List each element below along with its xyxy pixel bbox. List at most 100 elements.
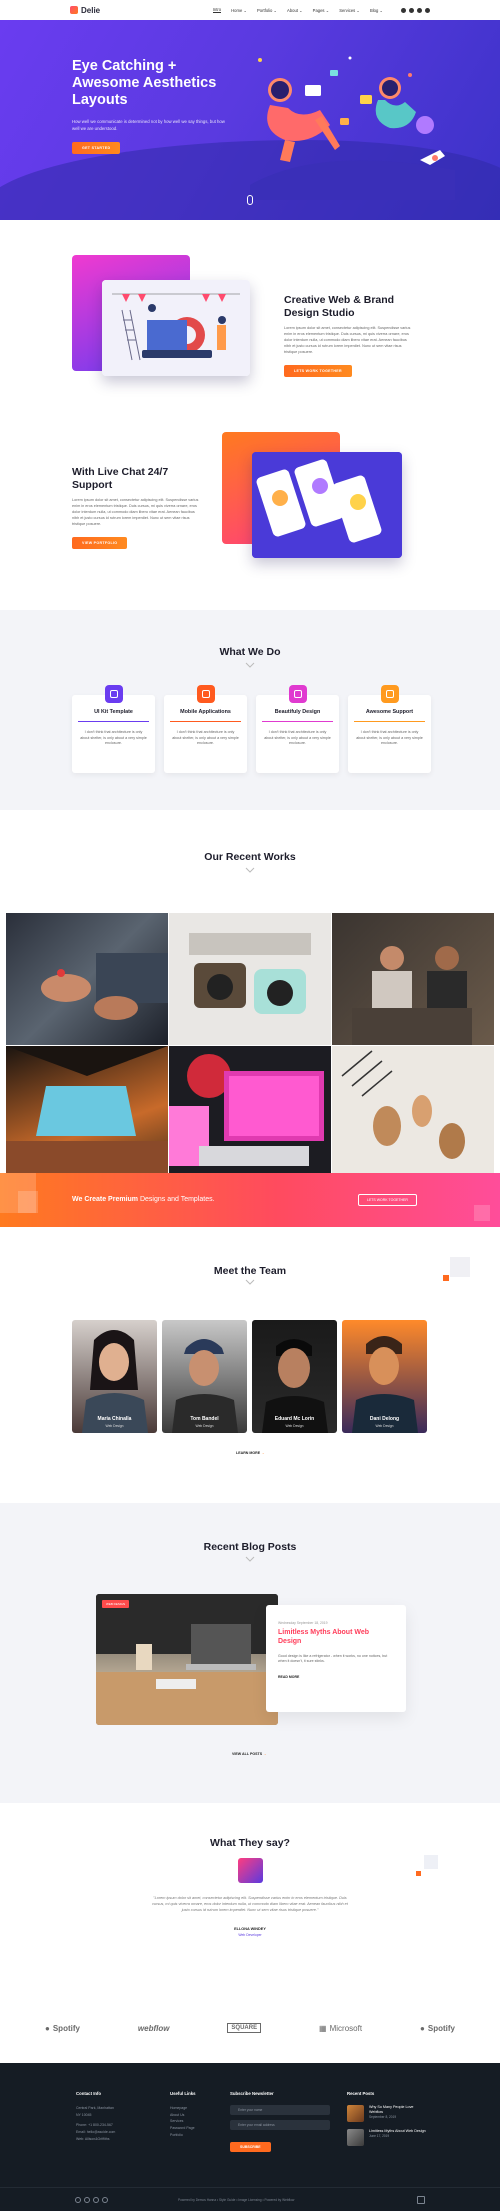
testimonials-section: What They say? "Lorem ipsum dolor sit am… xyxy=(0,1803,500,1993)
portfolio-item-tent[interactable] xyxy=(6,1046,168,1181)
team-title: Meet the Team xyxy=(213,1265,287,1277)
newsletter-email-input[interactable]: Enter your email address xyxy=(230,2120,330,2130)
read-more-link[interactable]: READ MORE xyxy=(278,1675,299,1679)
blog-post-title[interactable]: Limitless Myths About Web Design xyxy=(278,1629,394,1647)
nav-pages[interactable]: Pages ⌄ xyxy=(313,8,330,13)
hero-illustration xyxy=(250,56,455,200)
newsletter-name-input[interactable]: Enter your name xyxy=(230,2105,330,2115)
service-card-design[interactable]: Beautifuly Design I don't think that arc… xyxy=(256,685,339,773)
portfolio-item-cameras[interactable] xyxy=(169,913,331,1045)
instagram-icon[interactable] xyxy=(409,7,414,13)
team-member-card[interactable]: Dani Delong Web Design xyxy=(342,1320,427,1433)
footer-recent-posts: Recent Posts Why So Many People Love Web… xyxy=(347,2091,427,2153)
nav-portfolio[interactable]: Portfolio ⌄ xyxy=(257,8,277,13)
footer-post[interactable]: Why So Many People Love Webflow Septembe… xyxy=(347,2105,427,2122)
portfolio-item-monitor[interactable] xyxy=(169,1046,331,1181)
banner-decoration xyxy=(474,1205,490,1221)
portfolio-item-laptop-hands[interactable] xyxy=(6,913,168,1045)
testimonial-author: ELLONA WINDEY xyxy=(234,1927,266,1931)
testimonial-avatar xyxy=(238,1858,263,1883)
member-name: Tom Bandel xyxy=(190,1416,219,1422)
view-all-label: VIEW ALL POSTS xyxy=(232,1752,263,1756)
twitter-icon[interactable] xyxy=(425,7,430,13)
footer-link[interactable]: Password Page xyxy=(170,2125,220,2132)
instagram-icon[interactable] xyxy=(84,2196,90,2203)
nav-intro[interactable]: Intro xyxy=(212,7,222,13)
section-divider-icon xyxy=(245,1556,255,1562)
blog-post-card: Wednesday September 18, 2019 Limitless M… xyxy=(266,1605,406,1712)
team-member-card[interactable]: Maria Chinalla Web Design xyxy=(72,1320,157,1433)
ui-kit-icon xyxy=(104,685,123,703)
banner-lets-work-button[interactable]: LETS WORK TOGETHER xyxy=(358,1194,417,1206)
footer-post-date: June 17, 2019 xyxy=(369,2134,390,2139)
square-logo: SQUARE xyxy=(227,2023,262,2033)
site-footer: Contact Info Central Park, Manhattan NY … xyxy=(0,2063,500,2211)
brand-logo[interactable]: Delie xyxy=(70,6,100,15)
service-card-desc: I don't think that architecture is only … xyxy=(264,730,331,746)
what-we-do-title: What We Do xyxy=(219,646,281,658)
laptop-hands-photo xyxy=(41,953,168,1020)
mobile-app-icon xyxy=(196,685,215,703)
subscribe-button[interactable]: SUBSCRIBE xyxy=(230,2142,271,2152)
footer-contact: Contact Info Central Park, Manhattan NY … xyxy=(76,2091,166,2142)
blog-category-badge[interactable]: WEB DESIGN xyxy=(102,1600,130,1608)
portfolio-item-team-meeting[interactable] xyxy=(332,913,494,1045)
hero-subtitle: How well we communicate is determined no… xyxy=(72,119,225,131)
testimonial-role: Web Developer xyxy=(238,1933,262,1937)
footer-post-thumbnail xyxy=(347,2129,364,2146)
footer-newsletter-title: Subscribe Newsletter xyxy=(230,2091,274,2096)
service-card-desc: I don't think that architecture is only … xyxy=(80,730,147,746)
footer-contact-line: Phone: +1 800-234-567 xyxy=(76,2123,113,2128)
footer-link[interactable]: About Us xyxy=(170,2112,220,2119)
cameras-photo xyxy=(189,933,311,1014)
service-card-mobile-apps[interactable]: Mobile Applications I don't think that a… xyxy=(164,685,247,773)
team-section: Meet the Team Maria Chinalla Web Design … xyxy=(0,1227,500,1503)
feature-support-desc: Lorem ipsum dolor sit amet, consectetur … xyxy=(72,498,199,526)
nav-blog[interactable]: Blog ⌄ xyxy=(370,8,383,13)
footer-link[interactable]: Portfolio xyxy=(170,2132,220,2139)
footer-post[interactable]: Limitless Myths About Web Design June 17… xyxy=(347,2129,427,2146)
view-portfolio-button[interactable]: VIEW PORTFOLIO xyxy=(72,536,128,549)
member-name: Maria Chinalla xyxy=(97,1416,132,1422)
scroll-down-icon[interactable] xyxy=(247,195,253,205)
feature-support-text: With Live Chat 24/7 Support Lorem ipsum … xyxy=(72,466,202,549)
team-member-card[interactable]: Tom Bandel Web Design xyxy=(162,1320,247,1433)
microsoft-logo: ▦ Microsoft xyxy=(319,2024,362,2033)
banner-decoration xyxy=(18,1191,38,1213)
facebook-icon[interactable] xyxy=(75,2196,81,2203)
back-to-top-icon[interactable] xyxy=(417,2195,425,2204)
banner-headline-strong: We Create Premium xyxy=(72,1196,139,1203)
team-member-card[interactable]: Eduard Mc Lorin Web Design xyxy=(252,1320,337,1433)
lets-work-together-button[interactable]: LETS WORK TOGETHER xyxy=(284,364,352,377)
shells-photo xyxy=(341,1050,465,1159)
copyright-text: Powered by Demos Hanna • Style Guide • I… xyxy=(178,2197,295,2202)
site-header: Delie Intro Home ⌄ Portfolio ⌄ About ⌄ P… xyxy=(0,0,500,20)
nav-services[interactable]: Services ⌄ xyxy=(339,8,360,13)
twitter-icon[interactable] xyxy=(102,2196,108,2203)
testimonial-quote: "Lorem ipsum dolor sit amet, consectetur… xyxy=(152,1896,348,1913)
learn-more-label: LEARN MORE xyxy=(236,1451,261,1455)
footer-contact-line: NY 10045 xyxy=(76,2112,92,2117)
design-icon xyxy=(288,685,307,703)
feature-illustration-card xyxy=(102,280,250,376)
webflow-logo: webflow xyxy=(138,2024,170,2033)
service-card-support[interactable]: Awesome Support I don't think that archi… xyxy=(348,685,431,773)
what-we-do-section: What We Do UI Kit Template I don't think… xyxy=(0,610,500,810)
spotify-icon: ● xyxy=(420,2023,425,2033)
blog-post-image[interactable]: WEB DESIGN xyxy=(96,1594,278,1725)
learn-more-link[interactable]: LEARN MORE → xyxy=(236,1451,265,1455)
portfolio-item-shells[interactable] xyxy=(332,1046,494,1181)
facebook-icon[interactable] xyxy=(401,7,406,13)
portfolio-grid xyxy=(6,913,494,1181)
dribbble-icon[interactable] xyxy=(417,7,422,13)
footer-link[interactable]: Homepage xyxy=(170,2105,220,2112)
nav-home[interactable]: Home ⌄ xyxy=(231,8,247,13)
dribbble-icon[interactable] xyxy=(93,2196,99,2203)
get-started-button[interactable]: GET STARTED xyxy=(72,142,121,155)
footer-link[interactable]: Services xyxy=(170,2118,220,2125)
section-divider-icon xyxy=(245,867,255,873)
view-all-posts-link[interactable]: VIEW ALL POSTS → xyxy=(232,1752,267,1756)
nav-about[interactable]: About ⌄ xyxy=(287,8,303,13)
service-card-ui-kit[interactable]: UI Kit Template I don't think that archi… xyxy=(72,685,155,773)
section-divider-icon xyxy=(245,662,255,668)
